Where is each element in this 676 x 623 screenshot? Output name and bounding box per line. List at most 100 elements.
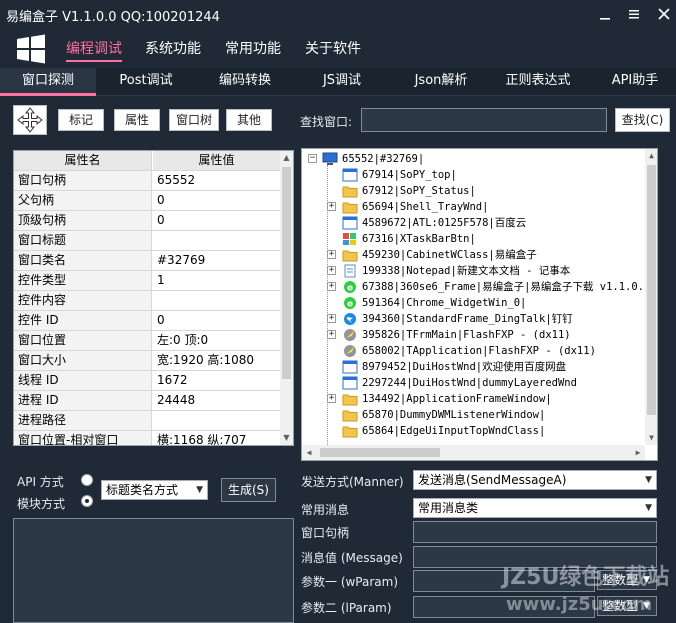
code-output-area[interactable] bbox=[13, 518, 294, 623]
table-row[interactable]: 控件内容 bbox=[14, 291, 280, 311]
tab-regex[interactable]: 正则表达式 bbox=[496, 68, 580, 96]
send-mode-select[interactable]: 发送消息(SendMessageA) ▼ bbox=[413, 470, 657, 490]
tree-node[interactable]: 65864|EdgeUiInputTopWndClass| bbox=[302, 423, 647, 439]
tree-node[interactable]: +199338|Notepad|新建文本文档 - 记事本 bbox=[302, 263, 647, 279]
browser-icon: e bbox=[342, 296, 358, 310]
table-row[interactable]: 进程路径 bbox=[14, 411, 280, 431]
tree-horizontal-scrollbar[interactable]: ◀ ▶ bbox=[302, 445, 645, 460]
tree-node-label: 65552|#32769| bbox=[342, 153, 425, 165]
table-row[interactable]: 控件类型 1 bbox=[14, 271, 280, 291]
tree-node[interactable]: +395826|TFrmMain|FlashFXP - (dx11) bbox=[302, 327, 647, 343]
tree-node[interactable]: +459230|CabinetWClass|易编盒子 bbox=[302, 247, 647, 263]
menu-icon[interactable] bbox=[626, 6, 642, 22]
scroll-left-icon[interactable]: ◀ bbox=[302, 445, 316, 460]
table-row[interactable]: 线程 ID 1672 bbox=[14, 371, 280, 391]
expand-icon[interactable]: + bbox=[327, 282, 336, 291]
mark-button[interactable]: 标记 bbox=[58, 109, 104, 131]
hwnd-input[interactable] bbox=[413, 521, 657, 543]
tree-node-label: 459230|CabinetWClass|易编盒子 bbox=[362, 249, 537, 261]
table-row[interactable]: 窗口位置 左:0 顶:0 bbox=[14, 331, 280, 351]
scroll-thumb[interactable] bbox=[320, 448, 440, 457]
tree-node-label: 8979452|DuiHostWnd|欢迎使用百度网盘 bbox=[362, 361, 567, 373]
scroll-thumb[interactable] bbox=[647, 165, 656, 415]
prop-value: 0 bbox=[157, 313, 165, 327]
tree-node[interactable]: +394360|StandardFrame_DingTalk|钉钉 bbox=[302, 311, 647, 327]
expand-icon[interactable]: + bbox=[327, 250, 336, 259]
find-window-input[interactable] bbox=[361, 108, 607, 132]
other-button[interactable]: 其他 bbox=[226, 109, 272, 131]
tree-node-label: 65870|DummyDWMListenerWindow| bbox=[362, 409, 546, 421]
properties-button[interactable]: 属性 bbox=[114, 109, 160, 131]
tab-api-helper[interactable]: API助手 bbox=[596, 68, 674, 96]
menu-about-software[interactable]: 关于软件 bbox=[305, 38, 361, 62]
tree-node[interactable]: e 591364|Chrome_WidgetWin_0| bbox=[302, 295, 647, 311]
tree-node[interactable]: 67914|SoPY_top| bbox=[302, 167, 647, 183]
tree-node[interactable]: 2297244|DuiHostWnd|dummyLayeredWnd bbox=[302, 375, 647, 391]
tree-node[interactable]: + e 67388|360se6_Frame|易编盒子|易编盒子下载 v1.1.0. bbox=[302, 279, 647, 295]
folder-icon bbox=[342, 248, 358, 262]
tree-node[interactable]: +65694|Shell_TrayWnd| bbox=[302, 199, 647, 215]
expand-icon[interactable]: + bbox=[327, 314, 336, 323]
close-icon[interactable] bbox=[656, 6, 672, 22]
minimize-icon[interactable] bbox=[597, 6, 613, 22]
scroll-up-icon[interactable]: ▲ bbox=[645, 149, 657, 163]
column-header-property-name: 属性名 bbox=[14, 151, 152, 170]
menu-system-functions[interactable]: 系统功能 bbox=[145, 38, 201, 62]
table-row[interactable]: 顶级句柄 0 bbox=[14, 211, 280, 231]
prop-key: 父句柄 bbox=[14, 191, 152, 210]
scroll-down-icon[interactable]: ▼ bbox=[280, 431, 293, 445]
collapse-icon[interactable]: − bbox=[308, 154, 317, 163]
browser-icon: e bbox=[342, 280, 358, 294]
folder-icon bbox=[342, 424, 358, 438]
menu-common-functions[interactable]: 常用功能 bbox=[225, 38, 281, 62]
tree-node[interactable]: 4589672|ATL:0125F578|百度云 bbox=[302, 215, 647, 231]
expand-icon[interactable]: + bbox=[327, 330, 336, 339]
method-select[interactable]: 标题类名方式 ▼ bbox=[101, 480, 208, 500]
property-table-scrollbar[interactable]: ▲ ▼ bbox=[280, 151, 293, 445]
scroll-down-icon[interactable]: ▼ bbox=[645, 431, 657, 445]
flashfxp-icon bbox=[342, 328, 358, 342]
tree-node[interactable]: 67912|SoPY_Status| bbox=[302, 183, 647, 199]
find-button[interactable]: 查找(C) bbox=[615, 108, 670, 132]
table-row[interactable]: 窗口大小 宽:1920 高:1080 bbox=[14, 351, 280, 371]
tree-node[interactable]: 67316|XTaskBarBtn| bbox=[302, 231, 647, 247]
tree-vertical-scrollbar[interactable]: ▲ ▼ bbox=[645, 149, 657, 445]
tab-post-debug[interactable]: Post调试 bbox=[104, 68, 188, 96]
table-row[interactable]: 进程 ID 24448 bbox=[14, 391, 280, 411]
table-row[interactable]: 控件 ID 0 bbox=[14, 311, 280, 331]
generate-button[interactable]: 生成(S) bbox=[221, 478, 276, 502]
menu-programming-debug[interactable]: 编程调试 bbox=[66, 38, 122, 62]
table-row[interactable]: 窗口位置-相对窗口 横:1168 纵:707 bbox=[14, 431, 280, 445]
tab-window-detect[interactable]: 窗口探测 bbox=[0, 68, 96, 96]
send-mode-value: 发送消息(SendMessageA) bbox=[418, 473, 567, 487]
window-tree-button[interactable]: 窗口树 bbox=[169, 109, 219, 131]
common-message-select[interactable]: 常用消息类 ▼ bbox=[413, 498, 657, 518]
api-mode-radio[interactable] bbox=[81, 474, 93, 486]
svg-text:e: e bbox=[347, 284, 353, 294]
tree-node[interactable]: +134492|ApplicationFrameWindow| bbox=[302, 391, 647, 407]
tree-node-root[interactable]: − 65552|#32769| bbox=[302, 151, 647, 167]
expand-icon[interactable]: + bbox=[327, 202, 336, 211]
table-row[interactable]: 窗口句柄 65552 bbox=[14, 171, 280, 191]
table-row[interactable]: 窗口标题 bbox=[14, 231, 280, 251]
expand-icon[interactable]: + bbox=[327, 394, 336, 403]
expand-icon[interactable]: + bbox=[327, 266, 336, 275]
watermark-line1: JZ5U绿色下载站 bbox=[500, 564, 669, 590]
scroll-right-icon[interactable]: ▶ bbox=[631, 445, 645, 460]
tree-node[interactable]: 65870|DummyDWMListenerWindow| bbox=[302, 407, 647, 423]
table-row[interactable]: 父句柄 0 bbox=[14, 191, 280, 211]
table-row[interactable]: 窗口类名 #32769 bbox=[14, 251, 280, 271]
tab-encoding-convert[interactable]: 编码转换 bbox=[200, 68, 290, 96]
scroll-up-icon[interactable]: ▲ bbox=[280, 151, 293, 165]
window-icon bbox=[342, 376, 358, 390]
scroll-thumb[interactable] bbox=[282, 167, 291, 379]
prop-value bbox=[153, 291, 280, 310]
tab-json-parse[interactable]: Json解析 bbox=[398, 68, 484, 96]
prop-value bbox=[153, 411, 280, 430]
module-mode-radio[interactable] bbox=[81, 495, 93, 507]
module-mode-label: 模块方式 bbox=[17, 497, 66, 511]
tree-node[interactable]: 658002|TApplication|FlashFXP - (dx11) bbox=[302, 343, 647, 359]
crosshair-move-icon[interactable] bbox=[13, 105, 47, 135]
tree-node[interactable]: 8979452|DuiHostWnd|欢迎使用百度网盘 bbox=[302, 359, 647, 375]
tab-js-debug[interactable]: JS调试 bbox=[302, 68, 382, 96]
